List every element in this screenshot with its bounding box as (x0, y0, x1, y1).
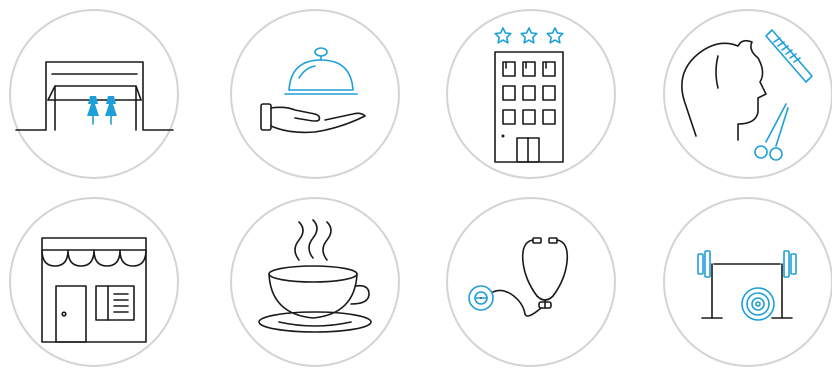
room-service-cloche-icon (230, 9, 400, 179)
coffee-cup-icon (230, 197, 400, 367)
three-star-hotel-icon (446, 9, 616, 179)
stethoscope-icon (446, 197, 616, 367)
clothing-boutique-icon (9, 9, 179, 179)
icon-grid (0, 0, 832, 372)
clothing-boutique-tile (8, 8, 180, 180)
hotel-tile (445, 8, 617, 180)
barbell-weights-icon (663, 197, 832, 367)
medical-tile (445, 196, 617, 368)
barber-comb-scissors-icon (663, 9, 832, 179)
gym-tile (662, 196, 832, 368)
shop-tile (8, 196, 180, 368)
cafe-tile (229, 196, 401, 368)
storefront-awning-icon (9, 197, 179, 367)
room-service-tile (229, 8, 401, 180)
barber-tile (662, 8, 832, 180)
